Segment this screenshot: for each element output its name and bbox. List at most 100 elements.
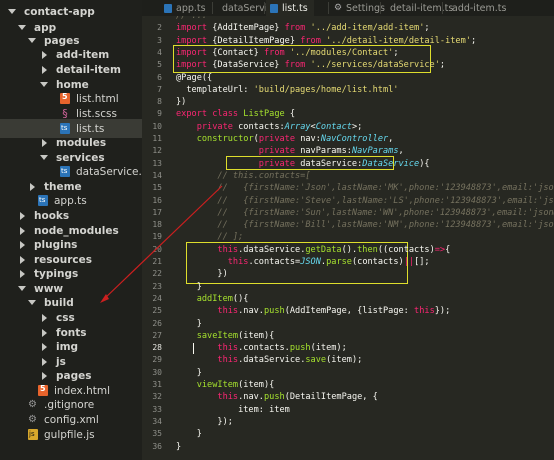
code-token: {AddItemPage} [207,23,285,33]
code-token: (item){ [238,331,275,341]
code-line[interactable]: 36} [142,441,554,453]
code-token: push [263,392,285,402]
code-token: .contacts= [248,257,301,267]
code-line[interactable]: 17 // {firstName:'Sun',lastName:'WN',pho… [142,207,554,219]
tab-settings[interactable]: Settings [330,0,385,16]
code-token: >; [351,122,363,132]
gear-file-icon [28,414,38,425]
tab-app-ts[interactable]: app.ts [160,0,212,16]
chevron-down-icon [28,299,36,307]
code-token: viewItem [196,380,239,390]
code-line[interactable]: 27 saveItem(item){ [142,330,554,342]
tree-item-label: modules [56,136,107,149]
code-editor[interactable]: // ... 2 import {AddItemPage} from '../add… [142,16,554,460]
code-token: '../detail-item/detail-item' [326,36,471,46]
chevron-down-icon [8,8,16,16]
code-token: // {firstName:'Bill',lastName:'NM',phone… [217,220,554,230]
code-token: '../add-item/add-item' [310,23,425,33]
code-line[interactable]: 30 } [142,367,554,379]
line-number: 31 [152,380,162,389]
tree-item-label: hooks [34,209,70,222]
tab-bar: app.ts dataServicelist.ts Settingsdetail-i… [142,0,554,16]
code-line[interactable]: 3 import {DetailItemPage} from '../detail… [142,35,554,47]
code-token: } [176,368,202,378]
tree-item-label: add-item [56,48,110,61]
code-text: this.dataService.getData().then((contact… [176,244,450,256]
tab-add-item-ts[interactable]: add-item.ts [444,0,506,16]
line-number: 20 [152,245,162,254]
code-line[interactable]: 28 this.contacts.push(item); [142,342,554,354]
code-token: Contact [315,122,352,132]
code-line[interactable]: 12 private navParams:NavParams, [142,145,554,157]
code-line[interactable]: 7 templateUrl: 'build/pages/home/list.ht… [142,84,554,96]
code-token: import [176,48,208,58]
code-text: import {DataService} from '../services/d… [176,59,445,71]
code-token: getData [305,245,342,255]
chevron-down-icon [40,154,48,162]
code-line[interactable]: 29 this.dataService.save(item); [142,354,554,366]
code-token: from [284,23,306,33]
chevron-down-icon [40,81,48,89]
code-line[interactable]: 8}) [142,96,554,108]
code-token: }) [176,97,187,107]
code-line[interactable]: 32 this.nav.push(DetailItemPage, { [142,391,554,403]
code-token: this [414,306,435,316]
code-line[interactable]: 26 } [142,318,554,330]
code-line[interactable]: 34 }); [142,416,554,428]
line-number: 4 [157,48,162,57]
code-token: ){ [419,159,430,169]
code-line[interactable]: 33 item: item [142,404,554,416]
code-text: }) [176,96,186,108]
code-line[interactable]: 31 viewItem(item){ [142,379,554,391]
tab-list-ts[interactable]: list.ts [266,0,314,16]
tree-file-gulpfile-js[interactable]: gulpfile.js [0,425,142,444]
chevron-right-icon [18,255,26,264]
code-line[interactable]: 13 private dataService:DataService){ [142,158,554,170]
code-line[interactable]: 16 // {firstName:'Steve',lastName:'LS',p… [142,195,554,207]
code-token: from [284,60,306,70]
line-number: 5 [157,60,162,69]
line-number: 36 [152,442,162,451]
code-text: } [176,428,202,440]
code-line[interactable]: 35 } [142,428,554,440]
code-token: (AddItemPage, {listPage: [284,306,415,316]
code-line[interactable]: 4 import {Contact} from '../modules/Conta… [142,47,554,59]
code-line[interactable]: 10 private contacts:Array<Contact>; [142,121,554,133]
line-number: 10 [152,122,162,131]
code-line[interactable]: 2 import {AddItemPage} from '../add-item/… [142,22,554,34]
code-line[interactable]: 20 this.dataService.getData().then((cont… [142,244,554,256]
code-text: }); [176,416,233,428]
tab-divider [380,2,381,14]
code-line[interactable]: 18 // {firstName:'Bill',lastName:'NM',ph… [142,219,554,231]
code-text: private contacts:Array<Contact>; [176,121,363,133]
code-line[interactable]: 11 constructor(private nav:NavController… [142,133,554,145]
code-token: (item){ [238,380,275,390]
code-token: item: item [176,405,290,415]
code-text: // {firstName:'Json',lastName:'MK',phone… [176,182,554,194]
code-token: .nav. [238,306,264,316]
code-line[interactable]: 9 export class ListPage { [142,108,554,120]
tab-detail-item-ts[interactable]: detail-item.ts [382,0,453,16]
code-line[interactable]: 25 this.nav.push(AddItemPage, {listPage:… [142,305,554,317]
code-token: class [212,109,239,119]
code-token: }); [176,417,233,427]
code-line[interactable]: 21 this.contacts=JSON.parse(contacts)||[… [142,256,554,268]
code-line[interactable]: 22 }) [142,268,554,280]
code-token: private [258,146,296,156]
code-line[interactable]: 14 // this.contacts=[ [142,170,554,182]
code-line[interactable]: 6 @Page({ [142,72,554,84]
code-line[interactable]: 15 // {firstName:'Json',lastName:'MK',ph… [142,182,554,194]
code-line[interactable]: 24 addItem(){ [142,293,554,305]
code-line[interactable]: 19 // ]; [142,231,554,243]
code-line[interactable]: 23 } [142,281,554,293]
code-text: this.nav.push(DetailItemPage, { [176,391,377,403]
chevron-right-icon [18,226,26,235]
tab-dataservice[interactable]: dataService [214,0,279,16]
code-line[interactable]: 5 import {DataService} from '../services/… [142,59,554,71]
